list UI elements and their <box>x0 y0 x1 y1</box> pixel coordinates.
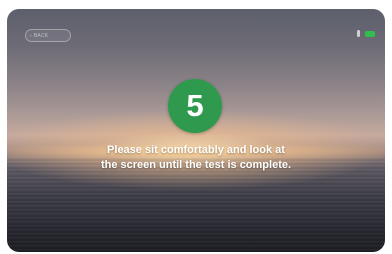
countdown-timer: 5 <box>168 79 222 133</box>
chevron-left-icon: ‹ <box>30 32 32 39</box>
back-button[interactable]: ‹ BACK <box>25 29 71 42</box>
instruction-text: Please sit comfortably and look at the s… <box>0 143 392 173</box>
battery-icon <box>365 30 375 37</box>
back-button-label: BACK <box>33 32 49 39</box>
status-icons <box>357 30 375 37</box>
microphone-icon <box>357 30 360 37</box>
instruction-line-1: Please sit comfortably and look at <box>107 144 285 156</box>
instruction-line-2: the screen until the test is complete. <box>100 159 292 171</box>
countdown-value: 5 <box>186 88 204 123</box>
